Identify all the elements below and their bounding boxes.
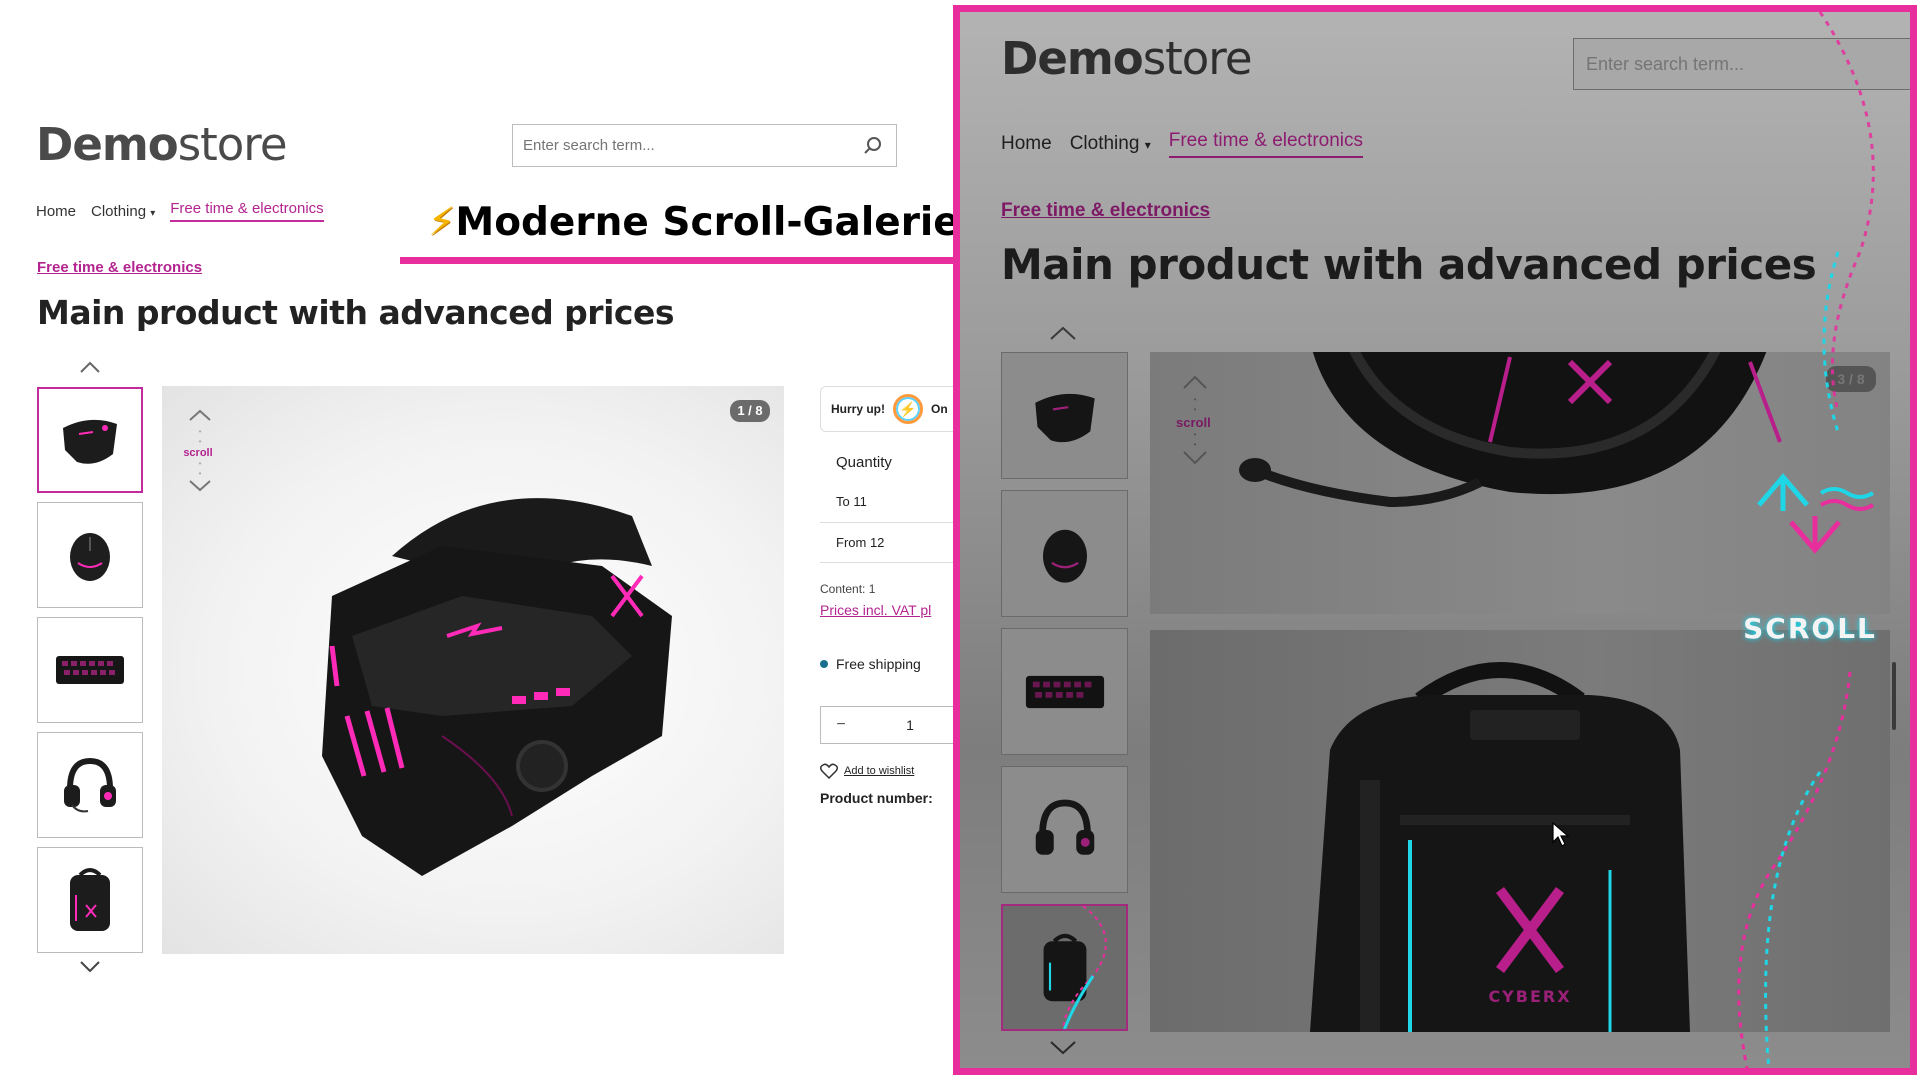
- panel-logo-demo: Demo: [1001, 32, 1144, 85]
- panel-keyboard-thumb-image: [1025, 675, 1104, 708]
- panel-mouse-thumb-image: [1042, 529, 1087, 583]
- panel-thumbnail-keyboard[interactable]: [1001, 628, 1128, 755]
- chevron-up-icon[interactable]: [78, 360, 102, 376]
- caret-down-icon: ▾: [150, 207, 156, 219]
- image-counter: 1 / 8: [730, 400, 770, 422]
- thumbnail-headset[interactable]: [37, 732, 143, 838]
- quantity-header: Quantity: [836, 454, 892, 471]
- arrow-up-icon: [1756, 473, 1809, 511]
- tier-divider-2: [820, 562, 960, 563]
- logo-store: store: [177, 118, 288, 171]
- caret-down-icon: ▾: [1144, 138, 1151, 152]
- shipping-dot-icon: [820, 660, 828, 668]
- breadcrumb[interactable]: Free time & electronics: [37, 259, 202, 276]
- shipping-info: Free shipping: [820, 656, 921, 672]
- wishlist-link[interactable]: Add to wishlist: [820, 763, 914, 779]
- chevron-up-icon: [1183, 375, 1207, 389]
- main-nav: Home Clothing ▾ Free time & electronics: [36, 200, 324, 222]
- mask-thumb-image: [63, 419, 117, 464]
- mouse-thumb-image: [70, 533, 110, 581]
- content-info: Content: 1: [820, 582, 876, 596]
- panel-nav-free-time[interactable]: Free time & electronics: [1168, 130, 1364, 158]
- gaming-mask-image: [322, 498, 672, 876]
- page-title: Main product with advanced prices: [37, 293, 674, 332]
- headset-thumb-image: [64, 757, 116, 813]
- logo-demo: Demo: [36, 118, 179, 171]
- callout-underline: [400, 257, 960, 264]
- panel-chevron-up-icon[interactable]: [1048, 325, 1078, 346]
- panel-breadcrumb[interactable]: Free time & electronics: [1001, 200, 1210, 222]
- chevron-up-icon: [189, 409, 211, 421]
- panel-gallery-scroll-hint[interactable]: • • scroll • •: [1176, 374, 1211, 471]
- panel-mask-thumb-image: [1034, 393, 1095, 442]
- panel-chevron-down-icon[interactable]: [1048, 1040, 1078, 1061]
- zoomed-preview-panel: Demostore Home Clothing ▾ Free time & el…: [953, 5, 1917, 1075]
- panel-scroll-hint-label: scroll: [1176, 415, 1211, 430]
- lightning-icon: ⚡: [428, 200, 456, 245]
- vat-link[interactable]: Prices incl. VAT pl: [820, 602, 931, 618]
- panel-thumbnail-mouse[interactable]: [1001, 490, 1128, 617]
- keyboard-thumb-image: [56, 656, 124, 684]
- panel-main-nav: Home Clothing ▾ Free time & electronics: [1001, 130, 1364, 158]
- hurry-text: Hurry up!: [831, 402, 885, 416]
- tier-divider: [820, 522, 960, 523]
- panel-thumbnail-backpack[interactable]: [1001, 904, 1128, 1031]
- panel-nav-home[interactable]: Home: [1001, 133, 1052, 155]
- product-number-label: Product number:: [820, 790, 933, 806]
- feature-callout: ⚡Moderne Scroll-Galerie: [428, 200, 960, 245]
- wishlist-text: Add to wishlist: [844, 765, 915, 777]
- scroll-dots: • •: [198, 427, 202, 446]
- search-icon[interactable]: [862, 135, 884, 157]
- quantity-value[interactable]: 1: [861, 717, 960, 733]
- quantity-stepper: − 1: [820, 706, 960, 744]
- search-box: [512, 124, 897, 167]
- shipping-text: Free shipping: [836, 656, 921, 672]
- tier-row-1: To 11: [836, 494, 867, 509]
- main-product-image[interactable]: • • scroll • • 1 / 8: [162, 386, 784, 954]
- store-logo[interactable]: Demostore: [36, 118, 288, 171]
- thumb-scroll-trail: [1062, 906, 1107, 1029]
- scroll-dots-bottom: • •: [198, 459, 202, 478]
- hurry-tail: On: [931, 402, 948, 416]
- panel-nav-clothing[interactable]: Clothing ▾: [1070, 133, 1151, 155]
- heart-icon: [820, 763, 838, 779]
- gallery-scroll-hint[interactable]: • • scroll • •: [183, 408, 214, 498]
- panel-logo-store: store: [1142, 32, 1253, 85]
- panel-scroll-dots: • •: [1193, 395, 1197, 414]
- search-input[interactable]: [513, 125, 862, 166]
- nav-home[interactable]: Home: [36, 203, 76, 220]
- chevron-down-icon[interactable]: [78, 960, 102, 976]
- panel-headset-thumb-image: [1035, 799, 1094, 855]
- chevron-down-icon: [1183, 451, 1207, 465]
- scroll-overlay-label: SCROLL: [1743, 612, 1877, 645]
- thumbnail-keyboard[interactable]: [37, 617, 143, 723]
- backpack-thumb-image: [70, 868, 110, 931]
- panel-scroll-dots-bottom: • •: [1193, 430, 1197, 449]
- buy-box: Hurry up! ⚡ On Quantity To 11 From 12 Co…: [820, 386, 960, 846]
- tier-row-2: From 12: [836, 535, 885, 550]
- hurry-banner: Hurry up! ⚡ On: [820, 386, 960, 432]
- thumbnail-mouse[interactable]: [37, 502, 143, 608]
- wave-icon: [1820, 487, 1875, 511]
- chevron-down-icon: [189, 480, 211, 492]
- nav-clothing[interactable]: Clothing ▾: [91, 203, 155, 220]
- nav-clothing-label: Clothing: [91, 202, 147, 220]
- callout-text: Moderne Scroll-Galerie: [455, 200, 960, 245]
- thumbnail-mask[interactable]: [37, 387, 143, 493]
- arrow-down-icon: [1789, 516, 1841, 554]
- thumbnail-backpack[interactable]: [37, 847, 143, 953]
- panel-thumbnail-mask[interactable]: [1001, 352, 1128, 479]
- lightning-icon: ⚡: [893, 394, 923, 424]
- scroll-hint-label: scroll: [183, 447, 213, 459]
- panel-thumbnail-headset[interactable]: [1001, 766, 1128, 893]
- panel-store-logo[interactable]: Demostore: [1001, 32, 1253, 85]
- panel-nav-clothing-label: Clothing: [1069, 133, 1140, 154]
- nav-free-time[interactable]: Free time & electronics: [170, 200, 324, 222]
- quantity-minus-button[interactable]: −: [821, 716, 861, 734]
